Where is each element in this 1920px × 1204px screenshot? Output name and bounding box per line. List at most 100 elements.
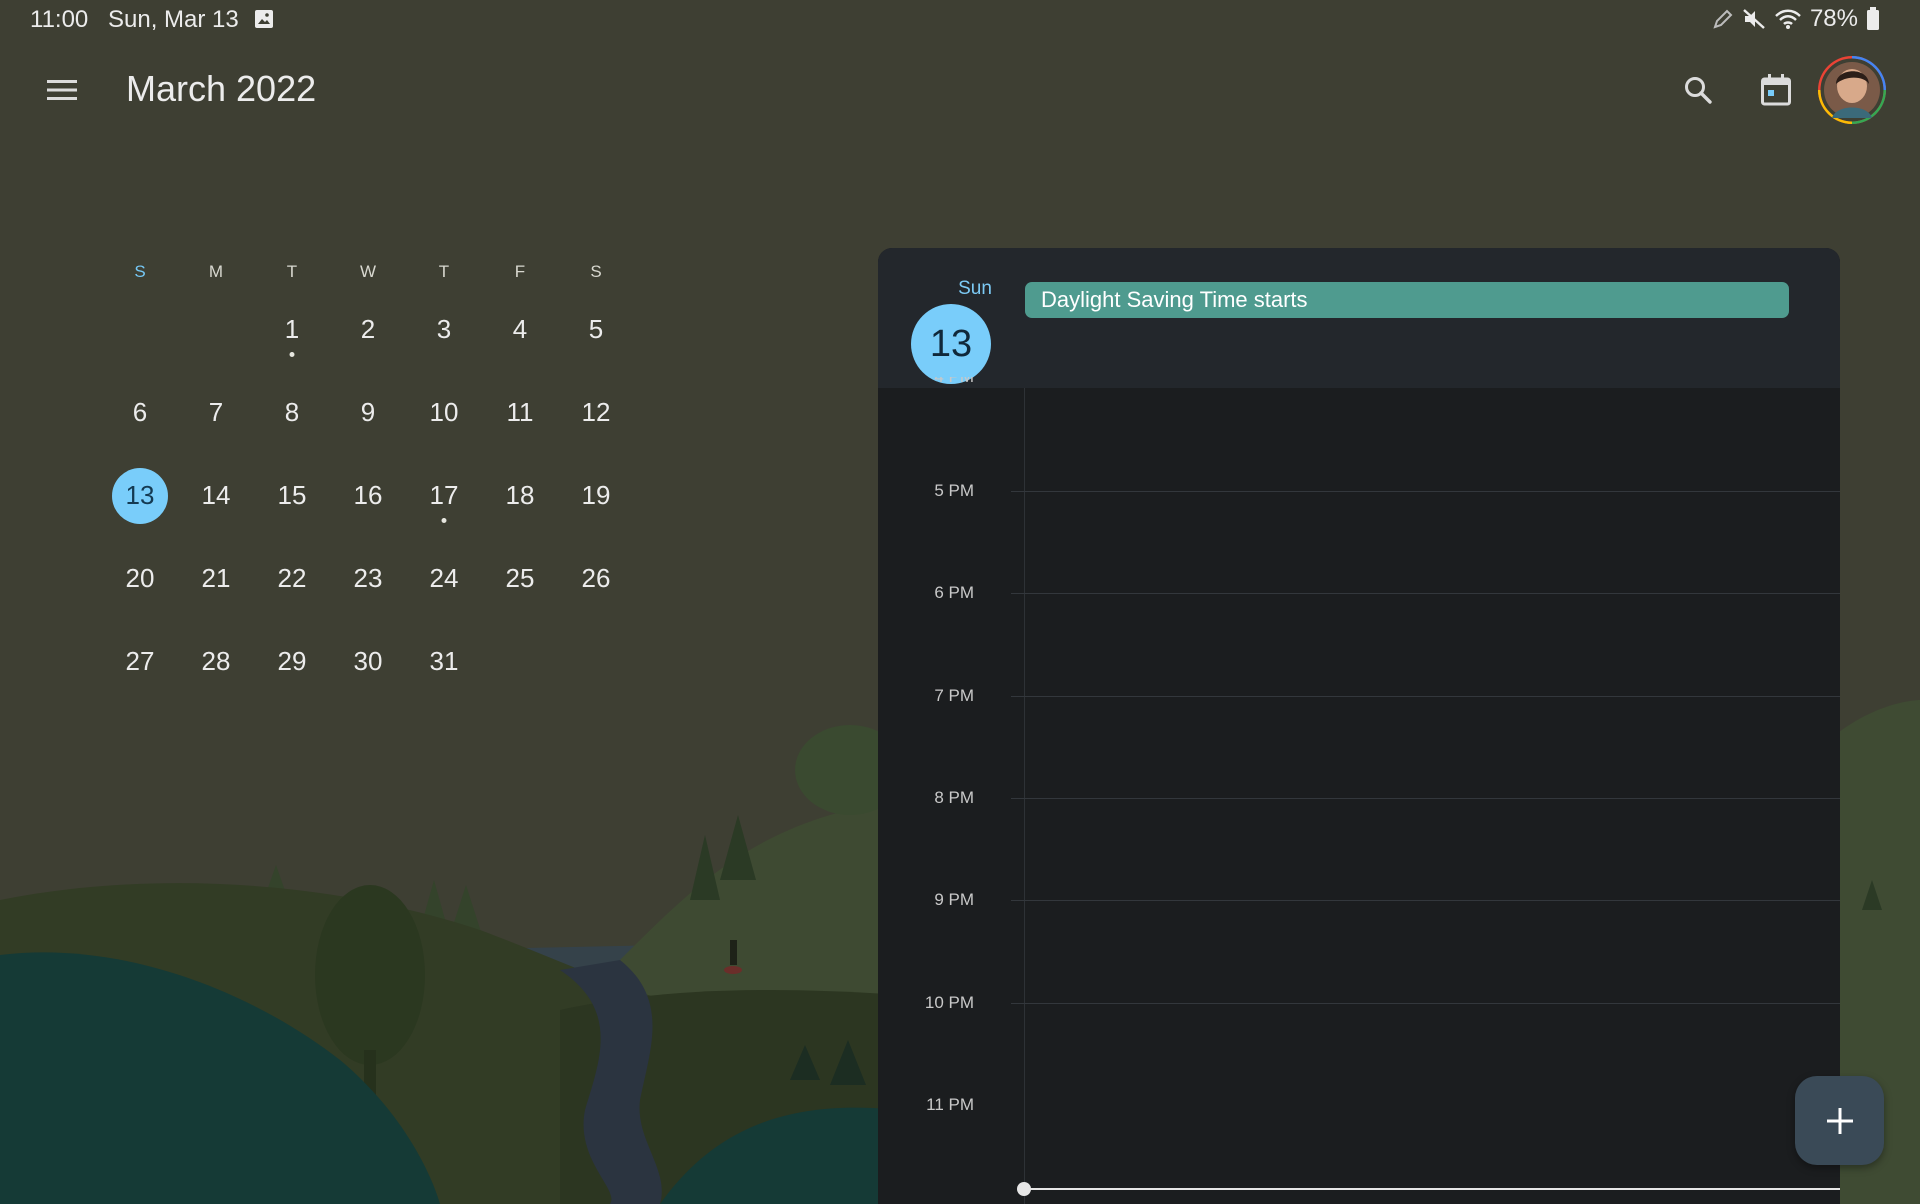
calendar-day-28[interactable]: 28 <box>178 620 254 703</box>
calendar-day-12[interactable]: 12 <box>558 371 634 454</box>
calendar-day-13[interactable]: 13 <box>102 454 178 537</box>
avatar[interactable] <box>1818 56 1886 124</box>
hour-label: 6 PM <box>934 583 974 602</box>
calendar-day-27[interactable]: 27 <box>102 620 178 703</box>
calendar-day-9[interactable]: 9 <box>330 371 406 454</box>
calendar-empty-cell <box>482 620 558 703</box>
calendar-empty-cell <box>102 288 178 371</box>
calendar-day-20[interactable]: 20 <box>102 537 178 620</box>
calendar-day-number: 29 <box>277 646 307 676</box>
calendar-day-7[interactable]: 7 <box>178 371 254 454</box>
calendar-day-number: 30 <box>353 646 383 676</box>
calendar-day-number: 27 <box>125 646 155 676</box>
hour-grid[interactable]: 4 PM 5 PM 6 PM 7 PM 8 PM 9 PM 10 PM 11 P… <box>878 377 1840 1204</box>
calendar-day-number: 12 <box>581 397 611 427</box>
calendar-day-4[interactable]: 4 <box>482 288 558 371</box>
calendar-day-26[interactable]: 26 <box>558 537 634 620</box>
weekday-label: S <box>590 262 602 281</box>
calendar-day-21[interactable]: 21 <box>178 537 254 620</box>
search-icon <box>1685 77 1712 104</box>
current-time-dot <box>1017 1182 1031 1196</box>
hour-label: 9 PM <box>934 890 974 909</box>
day-view: Sun 13 Daylight Saving Time starts 4 PM … <box>878 248 1840 1204</box>
calendar-day-19[interactable]: 19 <box>558 454 634 537</box>
calendar-day-24[interactable]: 24 <box>406 537 482 620</box>
event-indicator-dot <box>441 518 447 523</box>
calendar-day-number: 17 <box>429 480 459 510</box>
calendar-day-number: 31 <box>429 646 459 676</box>
calendar-day-23[interactable]: 23 <box>330 537 406 620</box>
calendar-day-18[interactable]: 18 <box>482 454 558 537</box>
all-day-event[interactable]: Daylight Saving Time starts <box>1025 282 1789 318</box>
calendar-day-11[interactable]: 11 <box>482 371 558 454</box>
plus-icon <box>1826 1107 1853 1134</box>
calendar-day-10[interactable]: 10 <box>406 371 482 454</box>
hour-line <box>1011 696 1840 697</box>
status-time: 11:00 <box>30 6 89 33</box>
photo-icon <box>255 10 273 28</box>
calendar-day-number: 15 <box>277 480 307 510</box>
calendar-day-8[interactable]: 8 <box>254 371 330 454</box>
calendar-day-17[interactable]: 17 <box>406 454 482 537</box>
pen-icon <box>1713 9 1733 29</box>
calendar-day-25[interactable]: 25 <box>482 537 558 620</box>
calendar-day-30[interactable]: 30 <box>330 620 406 703</box>
weekday-label: F <box>514 262 526 281</box>
calendar-day-number: 1 <box>284 314 300 344</box>
hour-label: 5 PM <box>934 481 974 500</box>
calendar-day-number: 5 <box>588 314 604 344</box>
hour-line <box>1011 798 1840 799</box>
hour-line <box>1011 593 1840 594</box>
calendar-week-row: 1 2 3 4 5 <box>102 288 632 371</box>
weekday-label: T <box>438 262 450 281</box>
search-button[interactable] <box>1676 68 1720 112</box>
calendar-day-number: 28 <box>201 646 231 676</box>
calendar-day-number: 4 <box>512 314 528 344</box>
month-title[interactable]: March 2022 <box>126 68 316 110</box>
calendar-empty-cell <box>558 620 634 703</box>
calendar-day-15[interactable]: 15 <box>254 454 330 537</box>
calendar-grid: 1 2 3 4 5 6 7 8 9 10 11 12 13 14 15 16 17 18 19 20 21 22 23 24 2… <box>102 288 632 703</box>
calendar-day-6[interactable]: 6 <box>102 371 178 454</box>
calendar-day-1[interactable]: 1 <box>254 288 330 371</box>
hour-line <box>1011 900 1840 901</box>
calendar-day-number: 9 <box>360 397 376 427</box>
calendar-day-number: 23 <box>353 563 383 593</box>
calendar-week-row: 13 14 15 16 17 18 19 <box>102 454 632 537</box>
today-button[interactable] <box>1754 68 1798 112</box>
hour-label-partial: 4 PM <box>878 377 974 386</box>
profile-picture <box>1818 56 1886 124</box>
calendar-day-number: 14 <box>201 480 231 510</box>
calendar-day-16[interactable]: 16 <box>330 454 406 537</box>
calendar-day-31[interactable]: 31 <box>406 620 482 703</box>
calendar-week-row: 20 21 22 23 24 25 26 <box>102 537 632 620</box>
calendar-day-number: 22 <box>277 563 307 593</box>
time-axis-divider <box>1024 388 1025 1204</box>
calendar-day-22[interactable]: 22 <box>254 537 330 620</box>
calendar-day-number: 10 <box>429 397 459 427</box>
calendar-empty-cell <box>178 288 254 371</box>
calendar-day-5[interactable]: 5 <box>558 288 634 371</box>
calendar-day-number: 11 <box>506 397 534 427</box>
calendar-day-number: 6 <box>132 397 148 427</box>
menu-button[interactable] <box>40 70 84 110</box>
calendar-day-14[interactable]: 14 <box>178 454 254 537</box>
hour-label: 7 PM <box>934 686 974 705</box>
calendar-day-number: 18 <box>505 480 535 510</box>
mute-icon <box>1743 9 1765 29</box>
calendar-day-number: 3 <box>436 314 452 344</box>
mini-calendar: S M T W T F S 1 2 3 4 5 6 7 8 9 10 11 12 13 14 15 16 17 1… <box>102 262 632 703</box>
current-time-indicator <box>1024 1188 1840 1190</box>
calendar-day-number: 19 <box>581 480 611 510</box>
calendar-today-icon <box>1761 74 1791 106</box>
hour-line <box>1011 491 1840 492</box>
calendar-day-3[interactable]: 3 <box>406 288 482 371</box>
day-date-circle[interactable]: 13 <box>911 304 991 384</box>
event-indicator-dot <box>289 352 295 357</box>
calendar-day-number: 13 <box>125 480 155 510</box>
calendar-day-number: 25 <box>505 563 535 593</box>
create-event-button[interactable] <box>1795 1076 1884 1165</box>
calendar-day-2[interactable]: 2 <box>330 288 406 371</box>
calendar-day-number: 7 <box>208 397 224 427</box>
calendar-day-29[interactable]: 29 <box>254 620 330 703</box>
